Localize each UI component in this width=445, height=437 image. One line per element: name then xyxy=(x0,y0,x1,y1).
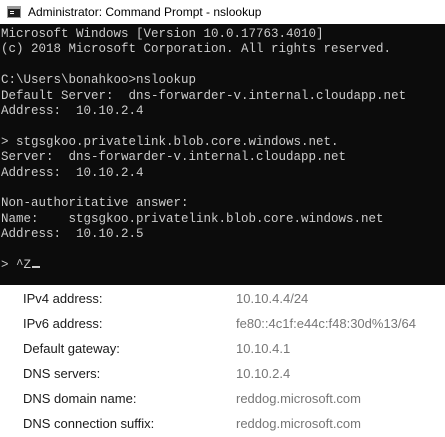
property-label: Default gateway: xyxy=(23,341,120,356)
property-value: 10.10.4.1 xyxy=(236,341,291,356)
property-row-ipv4: IPv4 address: 10.10.4.4/24 xyxy=(0,287,445,312)
text-cursor xyxy=(32,265,41,268)
property-value: fe80::4c1f:e44c:f48:30d%13/64 xyxy=(236,316,416,331)
command-prompt-icon xyxy=(7,6,21,18)
console-prompt-line[interactable]: > ^Z xyxy=(1,258,445,273)
console-line: Microsoft Windows [Version 10.0.17763.40… xyxy=(1,27,324,41)
property-row-ipv6: IPv6 address: fe80::4c1f:e44c:f48:30d%13… xyxy=(0,312,445,337)
window-title: Administrator: Command Prompt - nslookup xyxy=(28,5,262,19)
console-line: Address: 10.10.2.4 xyxy=(1,103,144,118)
property-value: reddog.microsoft.com xyxy=(236,391,361,406)
network-properties-panel: IPv4 address: 10.10.4.4/24 IPv6 address:… xyxy=(0,285,445,435)
console-prompt-text: > ^Z xyxy=(1,257,32,272)
console-line: Server: dns-forwarder-v.internal.cloudap… xyxy=(1,150,347,165)
property-value: reddog.microsoft.com xyxy=(236,416,361,431)
property-row-dns-domain-name: DNS domain name: reddog.microsoft.com xyxy=(0,387,445,412)
console-line: Non-authoritative answer: xyxy=(1,196,189,211)
property-row-dns-connection-suffix: DNS connection suffix: reddog.microsoft.… xyxy=(0,412,445,437)
property-row-default-gateway: Default gateway: 10.10.4.1 xyxy=(0,337,445,362)
console-output[interactable]: Microsoft Windows [Version 10.0.17763.40… xyxy=(0,27,445,273)
property-label: IPv4 address: xyxy=(23,291,103,306)
console-line: C:\Users\bonahkoo>nslookup xyxy=(1,73,197,88)
title-bar[interactable]: Administrator: Command Prompt - nslookup xyxy=(0,0,445,24)
property-label: IPv6 address: xyxy=(23,316,103,331)
property-value: 10.10.2.4 xyxy=(236,366,291,381)
console-line: Address: 10.10.2.5 xyxy=(1,227,144,242)
property-row-dns-servers: DNS servers: 10.10.2.4 xyxy=(0,362,445,387)
console-line: Default Server: dns-forwarder-v.internal… xyxy=(1,88,407,103)
property-label: DNS domain name: xyxy=(23,391,137,406)
property-label: DNS servers: xyxy=(23,366,101,381)
console-line: Address: 10.10.2.4 xyxy=(1,165,144,180)
console-line: Name: stgsgkoo.privatelink.blob.core.win… xyxy=(1,211,384,226)
console-line: (c) 2018 Microsoft Corporation. All righ… xyxy=(1,42,392,57)
console-line: > stgsgkoo.privatelink.blob.core.windows… xyxy=(1,134,339,149)
command-prompt-window[interactable]: Administrator: Command Prompt - nslookup… xyxy=(0,0,445,285)
property-value: 10.10.4.4/24 xyxy=(236,291,309,306)
property-label: DNS connection suffix: xyxy=(23,416,155,431)
